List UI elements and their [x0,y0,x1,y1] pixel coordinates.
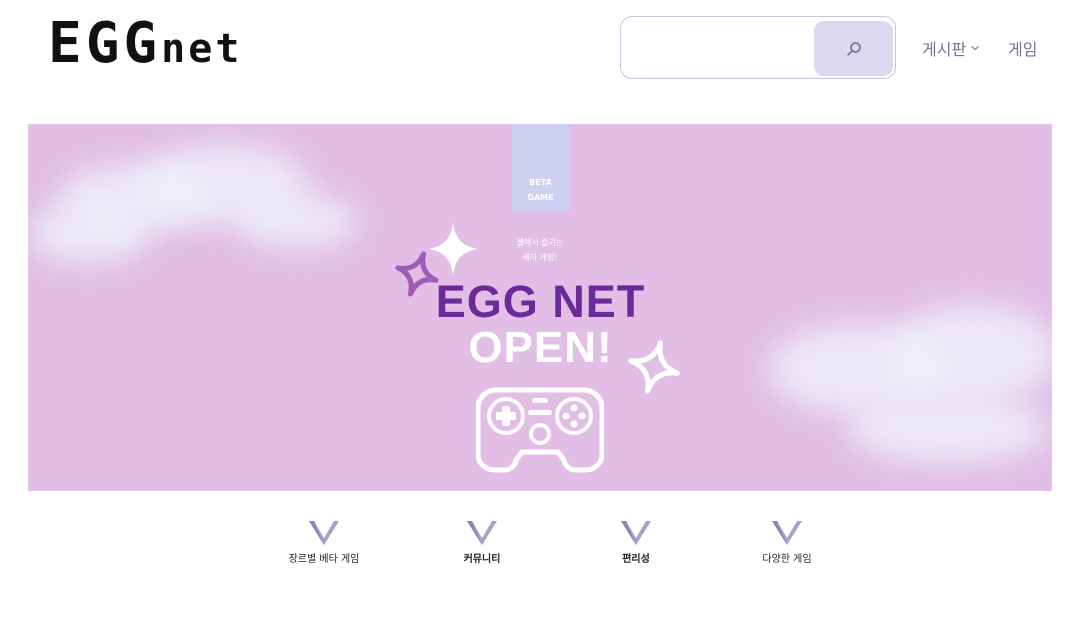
feature-label: 커뮤니티 [463,554,501,565]
banner-subtitle: 웹에서 즐기는 베타 게임! [470,235,610,265]
cloud-decoration [888,304,1052,404]
beta-game-tag: BETA GAME [512,124,569,211]
feature-item[interactable]: 장르별 베타 게임 [259,520,389,565]
chevron-v-icon [621,521,651,545]
cloud-decoration [848,394,1048,464]
search-input[interactable] [631,27,815,69]
banner-subtitle-line: 베타 게임! [522,253,558,262]
feature-label: 장르별 베타 게임 [288,554,360,565]
cloud-decoration [28,204,148,264]
banner-title: EGG NET [435,276,646,327]
cloud-decoration [238,194,358,249]
feature-label: 다양한 게임 [762,554,812,565]
search-box [620,16,896,79]
hero-banner[interactable]: BETA GAME 웹에서 즐기는 베타 게임! EGG NET OPEN! [28,124,1052,491]
site-logo[interactable]: EGGnet [48,14,242,74]
feature-item[interactable]: 다양한 게임 [722,520,852,565]
search-button[interactable] [814,21,893,76]
banner-subtitle-line: 웹에서 즐기는 [516,238,564,247]
nav-game-link[interactable]: 게임 [1008,36,1037,60]
beta-tag-line: BETA [529,178,552,187]
search-icon [846,41,861,56]
nav-board-menu[interactable]: 게시판 [922,36,980,60]
gamepad-icon [476,387,604,473]
chevron-v-icon [309,521,339,545]
chevron-v-icon [467,521,497,545]
feature-item[interactable]: 편리성 [571,520,701,565]
chevron-down-icon [971,46,980,51]
nav-board-label: 게시판 [922,40,967,59]
logo-text-egg: EGG [48,11,162,76]
chevron-v-icon [772,521,802,545]
feature-label: 편리성 [622,554,650,565]
feature-item[interactable]: 커뮤니티 [417,520,547,565]
banner-title-sub: OPEN! [468,323,613,372]
nav-game-label: 게임 [1008,40,1038,59]
logo-text-net: net [161,26,243,72]
beta-tag-line: GAME [527,193,554,202]
